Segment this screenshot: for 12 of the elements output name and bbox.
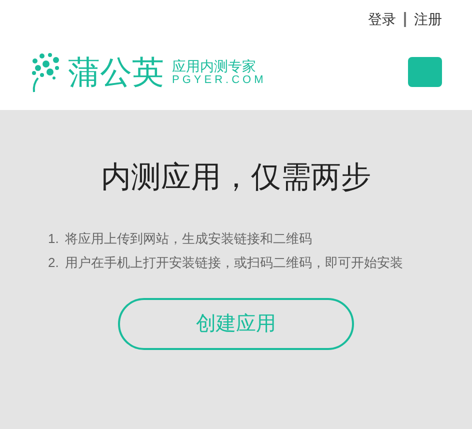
logo-name: 蒲公英 <box>68 56 164 88</box>
login-link[interactable]: 登录 <box>368 9 396 30</box>
step-number: 2. <box>48 254 59 272</box>
logo-tagline: 应用内测专家 <box>172 58 257 72</box>
step-text: 将应用上传到网站，生成安装链接和二维码 <box>64 230 312 248</box>
page-title: 内测应用，仅需两步 <box>101 163 371 193</box>
menu-button[interactable] <box>408 57 442 87</box>
step-number: 1. <box>48 230 59 248</box>
step-text: 用户在手机上打开安装链接，或扫码二维码，即可开始安装 <box>64 254 403 272</box>
dandelion-icon <box>30 51 62 93</box>
register-link[interactable]: 注册 <box>414 9 442 30</box>
logo-domain: PGYER.COM <box>172 74 266 86</box>
